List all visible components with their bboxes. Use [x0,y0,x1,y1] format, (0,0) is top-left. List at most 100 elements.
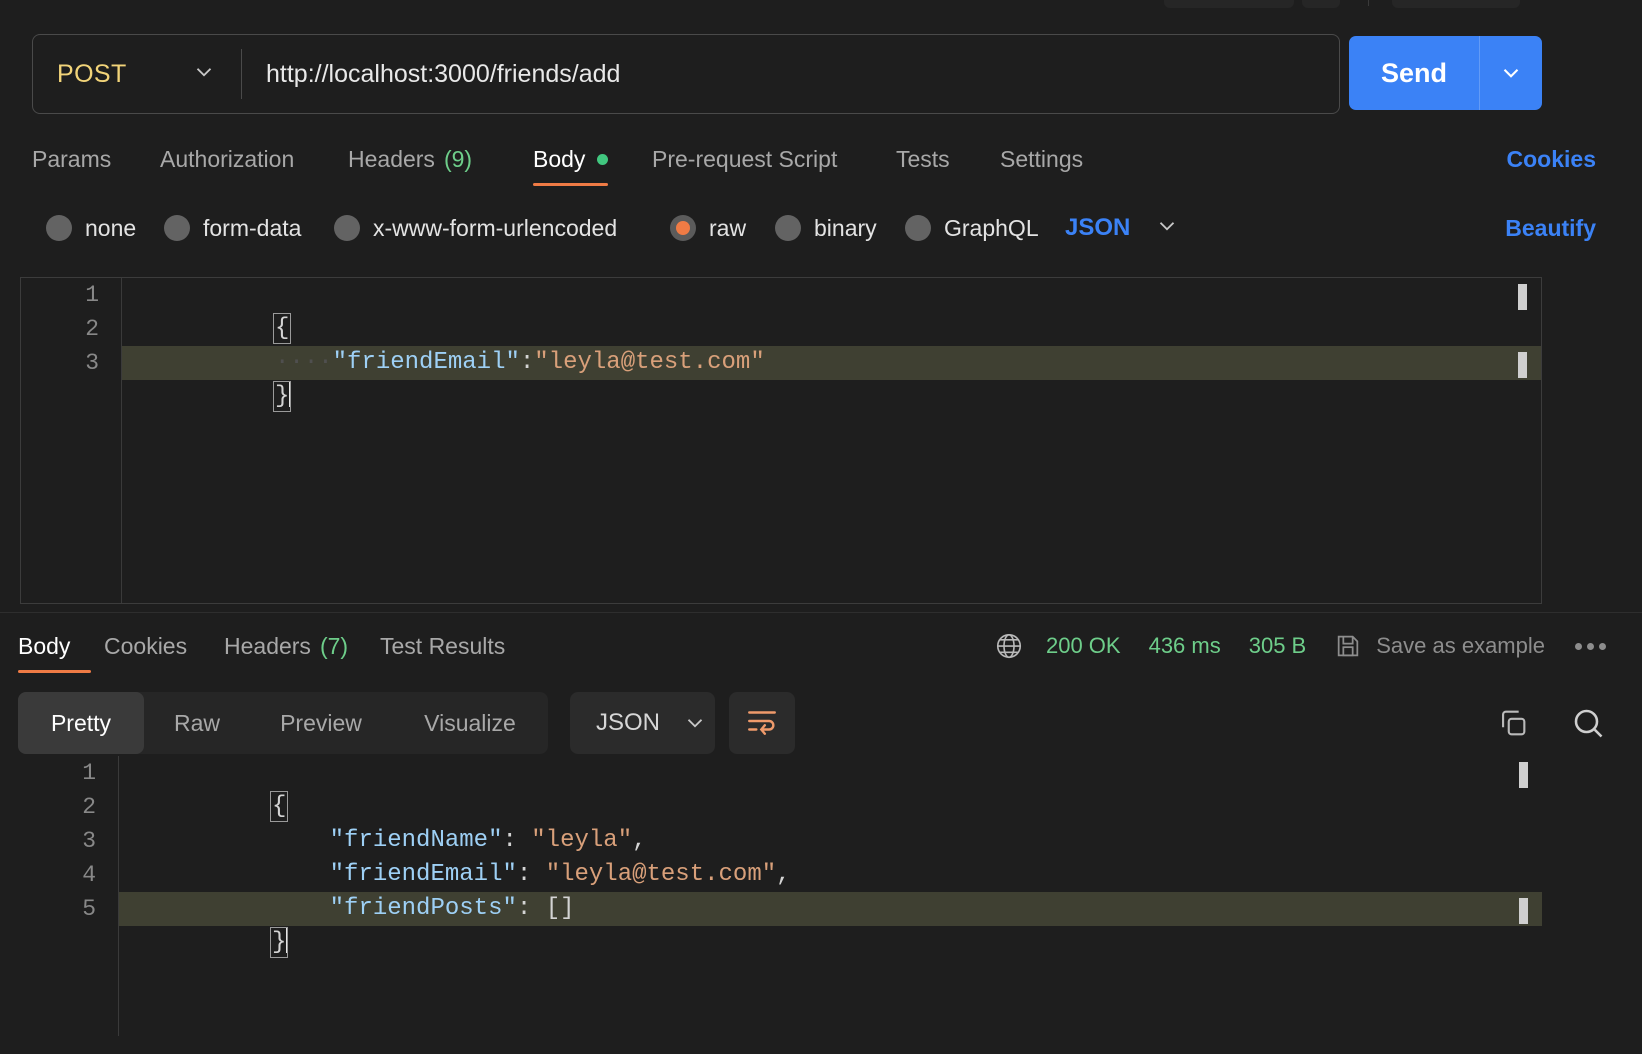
text-cursor [289,381,292,407]
tab-settings[interactable]: Settings [1000,132,1083,186]
response-tab-body-label: Body [18,632,71,659]
tab-headers-label: Headers [348,145,435,172]
window-top-chrome [0,0,1642,12]
body-type-binary-label: binary [814,214,877,241]
radio-icon [334,215,360,241]
tab-headers-count: (9) [443,145,473,172]
save-as-example-label: Save as example [1376,633,1545,658]
ghost-tab-3[interactable] [1392,0,1520,8]
tab-tests[interactable]: Tests [896,132,950,186]
response-format-selector[interactable]: JSON [570,692,715,754]
radio-selected-icon [670,215,696,241]
body-type-row: none form-data x-www-form-urlencoded raw… [0,200,1642,256]
code-line: } [118,892,1542,958]
body-type-graphql[interactable]: GraphQL [905,200,1039,256]
tab-body-label: Body [533,145,586,172]
cookies-link[interactable]: Cookies [1507,132,1596,186]
send-button[interactable]: Send [1349,36,1542,110]
method-selector[interactable]: POST [33,35,241,113]
response-body-editor[interactable]: 1 2 3 4 5 { "friendName": "leyla", "frie… [18,756,1542,1036]
save-floppy-icon [1334,632,1362,660]
response-tab-cookies[interactable]: Cookies [104,620,187,672]
code-line: } [121,346,1541,412]
view-mode-visualize-label: Visualize [424,709,516,736]
response-view-switcher: Pretty Raw Preview Visualize [18,692,548,754]
request-editor-scrollbar[interactable] [1518,284,1527,310]
body-type-urlencoded[interactable]: x-www-form-urlencoded [334,200,617,256]
body-type-raw-label: raw [709,214,747,241]
tab-params-label: Params [32,145,112,172]
request-editor-gutter: 1 2 3 [21,278,121,603]
send-options-chevron-down-icon[interactable] [1480,60,1542,86]
response-tab-body[interactable]: Body [18,620,70,672]
response-divider [0,612,1642,613]
body-type-graphql-label: GraphQL [944,214,1039,241]
response-tab-headers[interactable]: Headers (7) [224,620,348,672]
code-line: ····"friendEmail":"leyla@test.com" [121,312,1541,376]
tab-body[interactable]: Body [533,132,609,186]
view-mode-preview[interactable]: Preview [250,692,392,754]
response-right-icons [1496,692,1606,754]
chevron-down-icon [682,710,730,736]
ghost-tab-1[interactable] [1164,0,1294,8]
view-mode-raw[interactable]: Raw [144,692,250,754]
url-input[interactable] [242,34,1339,114]
line-number: 1 [82,760,96,786]
postman-window: POST Send Params Authorization Headers (… [0,0,1642,1054]
body-type-form-data[interactable]: form-data [164,200,301,256]
search-icon[interactable] [1570,705,1606,741]
body-type-none-label: none [85,214,137,241]
raw-format-label: JSON [1065,214,1131,241]
response-tab-test-results-label: Test Results [380,632,506,659]
response-editor-code[interactable]: { "friendName": "leyla", "friendEmail": … [118,756,1542,1036]
radio-icon [46,215,72,241]
response-tab-test-results[interactable]: Test Results [380,620,505,672]
radio-icon [905,215,931,241]
response-size: 305 B [1248,633,1307,658]
code-line: "friendName": "leyla", [118,790,1542,854]
tab-authorization-label: Authorization [160,145,295,172]
body-type-none[interactable]: none [46,200,136,256]
line-number: 3 [82,828,96,854]
beautify-button[interactable]: Beautify [1505,200,1596,256]
tab-params[interactable]: Params [32,132,111,186]
response-status-bar: 200 OK 436 ms 305 B Save as example [994,620,1612,672]
response-editor-scrollbar[interactable] [1519,762,1528,788]
tab-headers[interactable]: Headers (9) [348,132,472,186]
body-type-raw[interactable]: raw [670,200,746,256]
chevron-down-icon [191,59,217,90]
response-format-label: JSON [596,709,661,736]
request-body-editor[interactable]: 1 2 3 { ····"friendEmail":"leyla@test.co… [20,277,1542,604]
body-type-form-data-label: form-data [203,214,302,241]
code-line: "friendPosts": [] [118,858,1542,922]
body-type-binary[interactable]: binary [775,200,877,256]
ghost-divider [1368,0,1369,6]
ghost-tab-2[interactable] [1302,0,1340,8]
view-mode-preview-label: Preview [280,709,362,736]
line-number: 1 [85,282,99,308]
response-editor-gutter: 1 2 3 4 5 [18,756,118,1036]
line-number: 2 [85,316,99,342]
raw-format-selector[interactable]: JSON [1065,200,1180,256]
wrap-lines-button[interactable] [729,692,795,754]
tab-authorization[interactable]: Authorization [160,132,294,186]
tab-pre-request-script[interactable]: Pre-request Script [652,132,837,186]
view-mode-pretty[interactable]: Pretty [18,692,144,754]
view-mode-raw-label: Raw [173,709,220,736]
method-label: POST [57,59,127,88]
more-horizontal-icon[interactable] [1569,642,1612,650]
tab-settings-label: Settings [1000,145,1084,172]
request-editor-scroll-marker[interactable] [1518,352,1527,378]
tab-tests-label: Tests [896,145,950,172]
save-as-example-button[interactable]: Save as example [1334,632,1545,660]
response-tab-headers-count: (7) [319,632,349,659]
code-line: { [121,278,1541,344]
request-editor-code[interactable]: { ····"friendEmail":"leyla@test.com" } [121,278,1541,603]
view-mode-visualize[interactable]: Visualize [392,692,548,754]
tab-body-underline [533,183,608,186]
view-mode-pretty-label: Pretty [50,709,112,736]
chevron-down-icon [1154,213,1180,244]
copy-icon[interactable] [1496,706,1530,740]
response-editor-scroll-marker[interactable] [1519,898,1528,924]
status-code: 200 OK [1045,633,1121,658]
